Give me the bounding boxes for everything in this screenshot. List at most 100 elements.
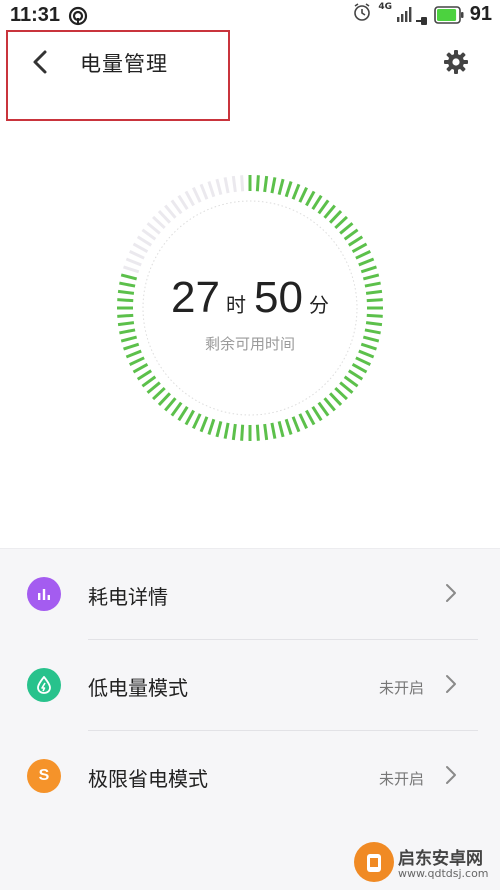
gauge-tick-active bbox=[311, 405, 323, 422]
gauge-tick-active bbox=[263, 175, 269, 193]
gauge-tick-inactive bbox=[170, 199, 183, 215]
gauge-tick-active bbox=[347, 369, 364, 381]
hours-value: 27 bbox=[171, 273, 220, 322]
gauge-tick-active bbox=[199, 416, 209, 433]
gauge-tick-active bbox=[323, 397, 336, 412]
item-status: 未开启 bbox=[378, 770, 424, 788]
gauge-tick-active bbox=[141, 375, 157, 388]
gauge-tick-active bbox=[263, 423, 269, 441]
battery-icon bbox=[434, 6, 464, 28]
chevron-right-icon bbox=[444, 582, 458, 608]
gauge-tick-active bbox=[328, 392, 343, 406]
gauge-tick-active bbox=[339, 222, 354, 235]
item-label: 低电量模式 bbox=[88, 676, 188, 700]
gauge-tick-inactive bbox=[146, 222, 161, 235]
gauge-tick-active bbox=[305, 409, 316, 426]
gauge-tick-active bbox=[255, 175, 260, 192]
gauge-tick-inactive bbox=[184, 190, 195, 207]
gauge-tick-active bbox=[231, 423, 237, 441]
gauge-tick-active bbox=[240, 424, 245, 441]
battery-time-gauge: 27 时 50 分 剩余可用时间 bbox=[110, 168, 390, 448]
page-title: 电量管理 bbox=[80, 52, 168, 76]
list-item-low-power-mode[interactable]: 低电量模式 未开启 bbox=[0, 640, 500, 730]
gauge-tick-inactive bbox=[231, 175, 237, 193]
gauge-tick-active bbox=[351, 363, 368, 374]
gauge-tick-active bbox=[291, 416, 301, 433]
gauge-tick-active bbox=[334, 386, 348, 401]
item-label: 耗电详情 bbox=[88, 585, 168, 609]
gauge-tick-active bbox=[223, 422, 230, 439]
gauge-tick-active bbox=[343, 375, 359, 388]
app-header: 电量管理 bbox=[0, 32, 500, 94]
gauge-tick-inactive bbox=[199, 183, 209, 200]
gauge-tick-active bbox=[339, 381, 354, 394]
hotspot-icon bbox=[68, 6, 88, 30]
gauge-tick-inactive bbox=[215, 178, 223, 196]
charging-plug-icon bbox=[416, 10, 428, 29]
gauge-tick-active bbox=[298, 413, 308, 429]
minutes-unit: 分 bbox=[308, 293, 329, 317]
gauge-tick-active bbox=[136, 369, 153, 381]
gauge-tick-active bbox=[255, 424, 260, 441]
chevron-right-icon bbox=[444, 673, 458, 699]
gauge-tick-inactive bbox=[129, 250, 145, 260]
list-item-ultra-power-saving[interactable]: S 极限省电模式 未开启 bbox=[0, 731, 500, 821]
gauge-tick-active bbox=[192, 413, 202, 429]
gauge-tick-inactive bbox=[177, 194, 189, 211]
watermark-logo-icon bbox=[354, 842, 394, 882]
gauge-tick-inactive bbox=[123, 265, 140, 274]
remaining-time-label: 剩余可用时间 bbox=[204, 335, 295, 353]
signal-icon bbox=[396, 5, 414, 27]
watermark: 启东安卓网 www.qdtdsj.com bbox=[354, 840, 494, 886]
item-label: 极限省电模式 bbox=[88, 767, 208, 791]
gauge-tick-inactive bbox=[136, 235, 153, 247]
gauge-tick-active bbox=[298, 187, 308, 203]
list-item-power-details[interactable]: 耗电详情 bbox=[0, 549, 500, 639]
gauge-tick-active bbox=[334, 215, 348, 230]
gauge-tick-active bbox=[170, 401, 183, 417]
gauge-tick-inactive bbox=[192, 187, 202, 203]
gauge-tick-active bbox=[355, 356, 371, 366]
minutes-value: 50 bbox=[254, 273, 303, 322]
status-time: 11:31 bbox=[10, 4, 61, 26]
gauge-tick-active bbox=[305, 190, 316, 207]
chevron-right-icon bbox=[444, 764, 458, 790]
gauge-tick-active bbox=[328, 210, 343, 224]
network-type-label: 4G bbox=[378, 2, 392, 12]
gauge-tick-active bbox=[207, 418, 216, 435]
gauge-tick-inactive bbox=[223, 177, 230, 194]
gauge-tick-active bbox=[351, 242, 368, 253]
settings-button[interactable] bbox=[440, 46, 472, 78]
gauge-tick-inactive bbox=[164, 204, 177, 219]
gauge-tick-active bbox=[157, 392, 172, 406]
gauge-tick-inactive bbox=[152, 215, 166, 230]
battery-percent: 91 bbox=[469, 3, 492, 25]
back-button[interactable] bbox=[22, 44, 58, 80]
gauge-tick-inactive bbox=[132, 242, 149, 253]
gauge-tick-active bbox=[284, 418, 293, 435]
gauge-tick-inactive bbox=[240, 175, 245, 192]
chevron-left-icon bbox=[33, 50, 47, 74]
gauge-tick-active bbox=[323, 204, 336, 219]
gauge-tick-active bbox=[360, 265, 377, 274]
gauge-tick-active bbox=[270, 177, 277, 194]
hours-unit: 时 bbox=[226, 293, 246, 317]
watermark-url: www.qdtdsj.com bbox=[398, 867, 489, 880]
s-letter-glyph: S bbox=[38, 767, 50, 784]
gauge-tick-active bbox=[215, 420, 223, 438]
gauge-tick-active bbox=[347, 235, 364, 247]
gauge-tick-inactive bbox=[141, 228, 157, 241]
leaf-drop-icon bbox=[27, 668, 61, 702]
watermark-name: 启东安卓网 bbox=[398, 849, 483, 869]
bar-chart-icon bbox=[27, 577, 61, 611]
alarm-icon bbox=[352, 2, 372, 26]
gauge-tick-active bbox=[277, 178, 285, 196]
gauge-tick-active bbox=[317, 401, 330, 417]
settings-list: 耗电详情 低电量模式 未开启 S 极限省电模式 未开启 启东安卓网 www.qd… bbox=[0, 548, 500, 890]
gauge-tick-active bbox=[146, 381, 161, 394]
gauge-tick-inactive bbox=[157, 210, 172, 224]
gauge-tick-inactive bbox=[125, 257, 142, 267]
gauge-tick-active bbox=[152, 386, 166, 401]
gauge-tick-active bbox=[177, 405, 189, 422]
item-status: 未开启 bbox=[378, 679, 424, 697]
